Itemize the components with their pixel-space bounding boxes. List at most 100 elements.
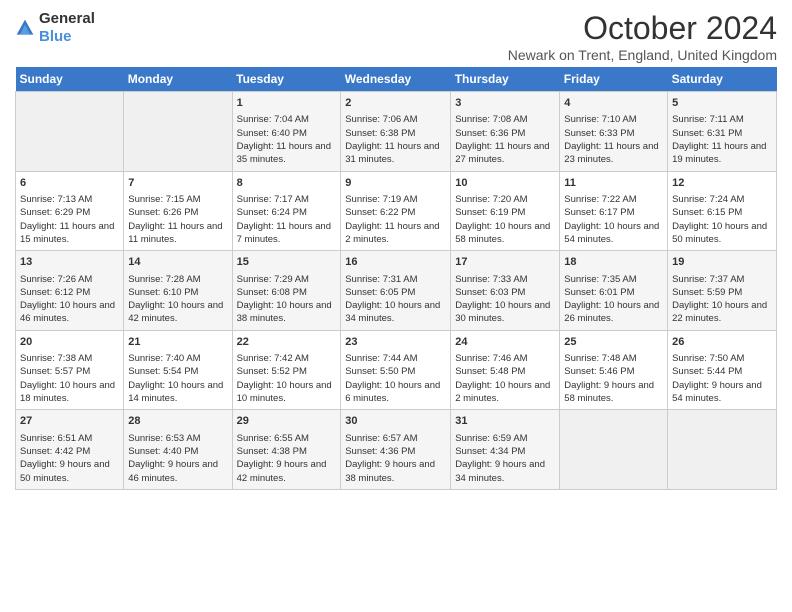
day-info: Sunrise: 7:44 AM Sunset: 5:50 PM Dayligh… <box>345 352 446 405</box>
calendar-cell: 27 Sunrise: 6:51 AM Sunset: 4:42 PM Dayli… <box>16 410 124 490</box>
day-info: Sunrise: 7:42 AM Sunset: 5:52 PM Dayligh… <box>237 352 337 405</box>
subtitle: Newark on Trent, England, United Kingdom <box>508 47 777 63</box>
calendar-cell: 31 Sunrise: 6:59 AM Sunset: 4:34 PM Dayli… <box>451 410 560 490</box>
day-header: Thursday <box>451 67 560 92</box>
day-number: 30 <box>345 414 446 429</box>
calendar-cell: 19 Sunrise: 7:37 AM Sunset: 5:59 PM Dayli… <box>668 251 777 331</box>
logo: General Blue <box>15 10 95 46</box>
calendar-cell: 9Sunrise: 7:19 AM Sunset: 6:22 PM Daylig… <box>341 171 451 251</box>
calendar-cell: 17 Sunrise: 7:33 AM Sunset: 6:03 PM Dayli… <box>451 251 560 331</box>
day-info: Sunrise: 7:13 AM Sunset: 6:29 PM Dayligh… <box>20 193 119 246</box>
calendar-cell: 2 Sunrise: 7:06 AM Sunset: 6:38 PM Daylig… <box>341 92 451 172</box>
day-info: Sunrise: 7:50 AM Sunset: 5:44 PM Dayligh… <box>672 352 772 405</box>
calendar-week-row: 20 Sunrise: 7:38 AM Sunset: 5:57 PM Dayli… <box>16 330 777 410</box>
calendar-cell: 24Sunrise: 7:46 AM Sunset: 5:48 PM Dayli… <box>451 330 560 410</box>
title-block: October 2024 Newark on Trent, England, U… <box>508 10 777 63</box>
calendar-cell: 22 Sunrise: 7:42 AM Sunset: 5:52 PM Dayli… <box>232 330 341 410</box>
calendar-cell: 3 Sunrise: 7:08 AM Sunset: 6:36 PM Daylig… <box>451 92 560 172</box>
day-header: Friday <box>560 67 668 92</box>
day-info: Sunrise: 7:20 AM Sunset: 6:19 PM Dayligh… <box>455 193 555 246</box>
day-number: 15 <box>237 255 337 270</box>
day-info: Sunrise: 7:26 AM Sunset: 6:12 PM Dayligh… <box>20 273 119 326</box>
calendar-cell: 18 Sunrise: 7:35 AM Sunset: 6:01 PM Dayli… <box>560 251 668 331</box>
calendar-cell: 25 Sunrise: 7:48 AM Sunset: 5:46 PM Dayli… <box>560 330 668 410</box>
day-header: Monday <box>124 67 232 92</box>
day-number: 20 <box>20 335 119 350</box>
day-info: Sunrise: 7:22 AM Sunset: 6:17 PM Dayligh… <box>564 193 663 246</box>
month-title: October 2024 <box>508 10 777 47</box>
day-info: Sunrise: 7:10 AM Sunset: 6:33 PM Dayligh… <box>564 113 663 166</box>
calendar-cell: 21 Sunrise: 7:40 AM Sunset: 5:54 PM Dayli… <box>124 330 232 410</box>
day-number: 22 <box>237 335 337 350</box>
day-info: Sunrise: 6:55 AM Sunset: 4:38 PM Dayligh… <box>237 432 337 485</box>
day-info: Sunrise: 7:37 AM Sunset: 5:59 PM Dayligh… <box>672 273 772 326</box>
day-number: 28 <box>128 414 227 429</box>
day-info: Sunrise: 7:40 AM Sunset: 5:54 PM Dayligh… <box>128 352 227 405</box>
calendar-cell: 29 Sunrise: 6:55 AM Sunset: 4:38 PM Dayli… <box>232 410 341 490</box>
day-header: Saturday <box>668 67 777 92</box>
day-number: 21 <box>128 335 227 350</box>
day-number: 17 <box>455 255 555 270</box>
day-info: Sunrise: 7:06 AM Sunset: 6:38 PM Dayligh… <box>345 113 446 166</box>
day-number: 27 <box>20 414 119 429</box>
day-number: 18 <box>564 255 663 270</box>
day-info: Sunrise: 7:33 AM Sunset: 6:03 PM Dayligh… <box>455 273 555 326</box>
calendar-cell: 1 Sunrise: 7:04 AM Sunset: 6:40 PM Daylig… <box>232 92 341 172</box>
day-number: 7 <box>128 176 227 191</box>
day-number: 29 <box>237 414 337 429</box>
day-info: Sunrise: 6:51 AM Sunset: 4:42 PM Dayligh… <box>20 432 119 485</box>
calendar-cell <box>124 92 232 172</box>
calendar-cell: 7 Sunrise: 7:15 AM Sunset: 6:26 PM Daylig… <box>124 171 232 251</box>
day-info: Sunrise: 7:31 AM Sunset: 6:05 PM Dayligh… <box>345 273 446 326</box>
calendar-week-row: 27 Sunrise: 6:51 AM Sunset: 4:42 PM Dayli… <box>16 410 777 490</box>
day-info: Sunrise: 7:19 AM Sunset: 6:22 PM Dayligh… <box>345 193 446 246</box>
calendar-week-row: 1 Sunrise: 7:04 AM Sunset: 6:40 PM Daylig… <box>16 92 777 172</box>
calendar-cell: 6 Sunrise: 7:13 AM Sunset: 6:29 PM Daylig… <box>16 171 124 251</box>
day-number: 12 <box>672 176 772 191</box>
day-header: Sunday <box>16 67 124 92</box>
calendar-cell: 16 Sunrise: 7:31 AM Sunset: 6:05 PM Dayli… <box>341 251 451 331</box>
day-number: 16 <box>345 255 446 270</box>
calendar-cell: 10Sunrise: 7:20 AM Sunset: 6:19 PM Dayli… <box>451 171 560 251</box>
calendar-week-row: 6 Sunrise: 7:13 AM Sunset: 6:29 PM Daylig… <box>16 171 777 251</box>
calendar-cell: 12Sunrise: 7:24 AM Sunset: 6:15 PM Dayli… <box>668 171 777 251</box>
day-number: 8 <box>237 176 337 191</box>
day-number: 3 <box>455 96 555 111</box>
day-info: Sunrise: 7:35 AM Sunset: 6:01 PM Dayligh… <box>564 273 663 326</box>
day-info: Sunrise: 7:04 AM Sunset: 6:40 PM Dayligh… <box>237 113 337 166</box>
day-number: 6 <box>20 176 119 191</box>
day-info: Sunrise: 7:46 AM Sunset: 5:48 PM Dayligh… <box>455 352 555 405</box>
calendar-cell: 8 Sunrise: 7:17 AM Sunset: 6:24 PM Daylig… <box>232 171 341 251</box>
day-number: 25 <box>564 335 663 350</box>
day-info: Sunrise: 6:53 AM Sunset: 4:40 PM Dayligh… <box>128 432 227 485</box>
calendar-cell: 13Sunrise: 7:26 AM Sunset: 6:12 PM Dayli… <box>16 251 124 331</box>
day-number: 31 <box>455 414 555 429</box>
day-info: Sunrise: 7:17 AM Sunset: 6:24 PM Dayligh… <box>237 193 337 246</box>
day-info: Sunrise: 7:38 AM Sunset: 5:57 PM Dayligh… <box>20 352 119 405</box>
calendar-table: SundayMondayTuesdayWednesdayThursdayFrid… <box>15 67 777 490</box>
calendar-cell: 4Sunrise: 7:10 AM Sunset: 6:33 PM Daylig… <box>560 92 668 172</box>
calendar-cell: 23Sunrise: 7:44 AM Sunset: 5:50 PM Dayli… <box>341 330 451 410</box>
calendar-cell: 26Sunrise: 7:50 AM Sunset: 5:44 PM Dayli… <box>668 330 777 410</box>
day-info: Sunrise: 7:48 AM Sunset: 5:46 PM Dayligh… <box>564 352 663 405</box>
day-number: 19 <box>672 255 772 270</box>
calendar-cell <box>560 410 668 490</box>
day-info: Sunrise: 6:59 AM Sunset: 4:34 PM Dayligh… <box>455 432 555 485</box>
calendar-cell <box>668 410 777 490</box>
calendar-cell: 20 Sunrise: 7:38 AM Sunset: 5:57 PM Dayli… <box>16 330 124 410</box>
day-info: Sunrise: 7:15 AM Sunset: 6:26 PM Dayligh… <box>128 193 227 246</box>
day-number: 2 <box>345 96 446 111</box>
day-header: Wednesday <box>341 67 451 92</box>
day-info: Sunrise: 7:29 AM Sunset: 6:08 PM Dayligh… <box>237 273 337 326</box>
calendar-week-row: 13Sunrise: 7:26 AM Sunset: 6:12 PM Dayli… <box>16 251 777 331</box>
day-number: 11 <box>564 176 663 191</box>
calendar-cell: 28 Sunrise: 6:53 AM Sunset: 4:40 PM Dayli… <box>124 410 232 490</box>
day-info: Sunrise: 7:08 AM Sunset: 6:36 PM Dayligh… <box>455 113 555 166</box>
logo-blue: Blue <box>39 28 72 45</box>
day-info: Sunrise: 7:11 AM Sunset: 6:31 PM Dayligh… <box>672 113 772 166</box>
day-info: Sunrise: 6:57 AM Sunset: 4:36 PM Dayligh… <box>345 432 446 485</box>
day-number: 1 <box>237 96 337 111</box>
header-row: SundayMondayTuesdayWednesdayThursdayFrid… <box>16 67 777 92</box>
day-header: Tuesday <box>232 67 341 92</box>
calendar-cell: 15 Sunrise: 7:29 AM Sunset: 6:08 PM Dayli… <box>232 251 341 331</box>
